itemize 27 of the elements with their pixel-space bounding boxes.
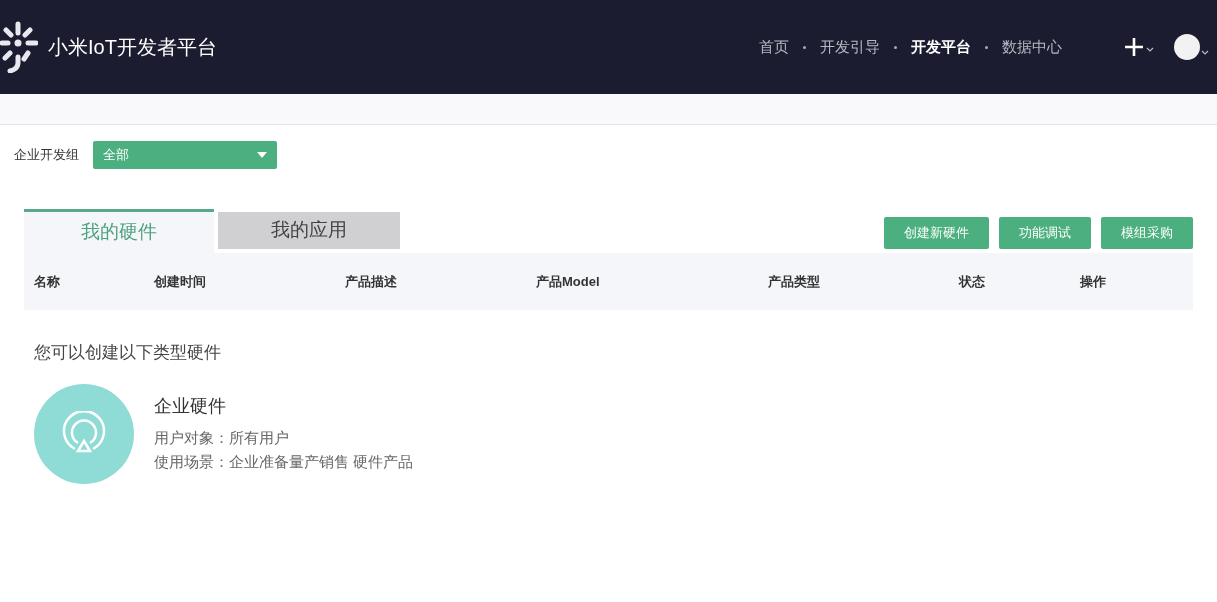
plus-icon[interactable] — [1124, 37, 1144, 57]
hardware-type-detail: 用户对象：所有用户 — [154, 428, 290, 448]
column-header: 操作 — [1080, 272, 1107, 291]
column-header: 创建时间 — [154, 272, 207, 291]
caret-icon — [1201, 50, 1209, 56]
nav-link[interactable]: 开发引导 — [820, 35, 880, 59]
nav-link[interactable]: 数据中心 — [1002, 35, 1062, 59]
hardware-type-name: 企业硬件 — [154, 395, 227, 418]
avatar[interactable] — [1174, 34, 1200, 60]
nav-separator — [803, 45, 806, 49]
column-header: 名称 — [34, 272, 61, 291]
column-header: 状态 — [959, 272, 986, 291]
filter-label: 企业开发组 — [14, 146, 79, 165]
column-header: 产品Model — [536, 272, 601, 291]
hardware-type-detail: 使用场景：企业准备量产销售 硬件产品 — [154, 452, 414, 472]
logo-icon — [0, 21, 38, 73]
dropdown-caret-icon — [257, 152, 267, 158]
nav-link[interactable]: 首页 — [759, 35, 789, 59]
caret-icon — [1146, 47, 1154, 53]
column-header: 产品类型 — [768, 272, 821, 291]
site-title: 小米IoT开发者平台 — [48, 35, 217, 60]
nav-link[interactable]: 开发平台 — [911, 35, 971, 59]
section-heading: 您可以创建以下类型硬件 — [34, 342, 222, 364]
tab[interactable]: 我的应用 — [218, 212, 400, 249]
nav-separator — [985, 45, 988, 49]
column-header: 产品描述 — [345, 272, 398, 291]
nav-separator — [894, 45, 897, 49]
